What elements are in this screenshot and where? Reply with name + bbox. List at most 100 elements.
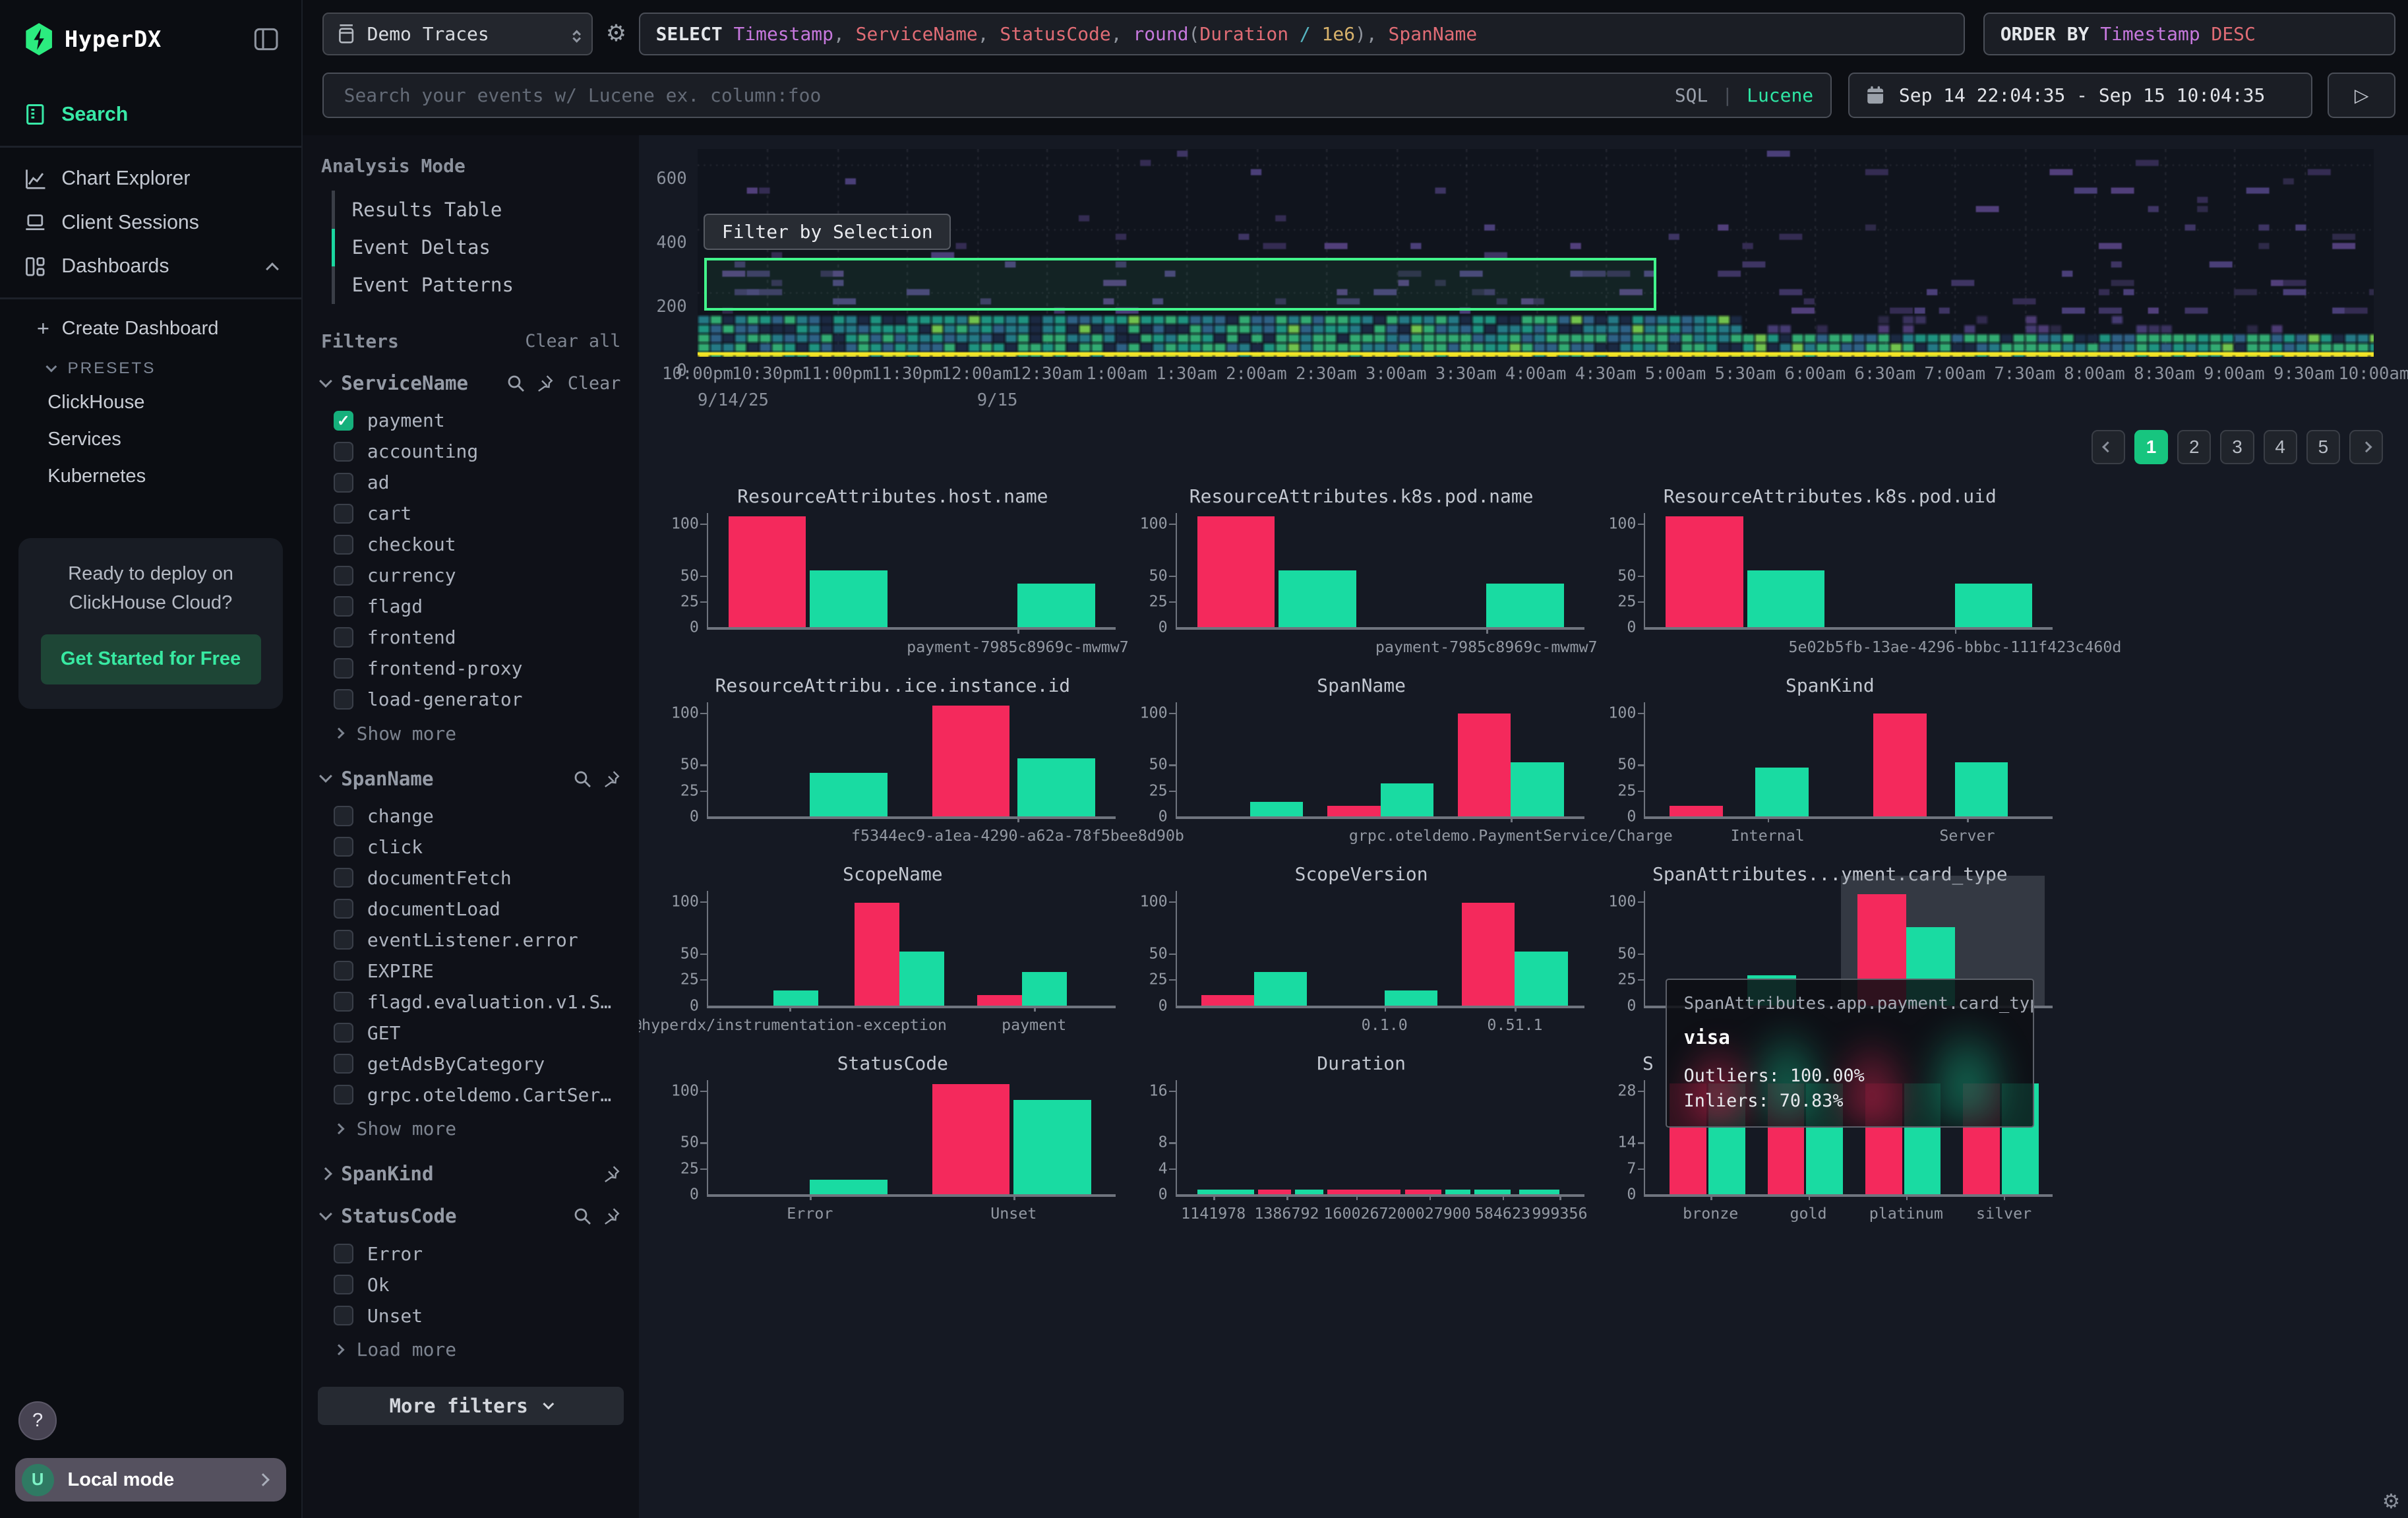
- outlier-bar[interactable]: [1197, 516, 1275, 627]
- get-started-button[interactable]: Get Started for Free: [41, 634, 261, 684]
- filter-group-name[interactable]: SpanName: [341, 768, 433, 790]
- filter-group-name[interactable]: ServiceName: [341, 372, 468, 394]
- inlier-bar[interactable]: [1017, 584, 1095, 627]
- sidebar-item-kubernetes[interactable]: Kubernetes: [0, 458, 301, 495]
- pagination-next-button[interactable]: [2349, 430, 2383, 464]
- inlier-bar[interactable]: [1747, 570, 1824, 628]
- analysis-mode-results-table[interactable]: Results Table: [321, 191, 624, 228]
- checkbox[interactable]: [334, 899, 353, 919]
- mini-chart-spankind-5[interactable]: SpanKind02550100InternalServer: [1598, 675, 2062, 850]
- search-icon[interactable]: [506, 374, 525, 392]
- outlier-bar[interactable]: [1458, 713, 1511, 816]
- filter-option-expire[interactable]: EXPIRE: [318, 956, 624, 987]
- filter-option-frontend-proxy[interactable]: frontend-proxy: [318, 653, 624, 684]
- pagination-page-5[interactable]: 5: [2306, 430, 2340, 464]
- source-select[interactable]: Demo Traces: [322, 13, 593, 55]
- checkbox[interactable]: [334, 992, 353, 1012]
- outlier-bar[interactable]: [1670, 806, 1722, 816]
- inlier-bar[interactable]: [1013, 1100, 1091, 1194]
- more-filters-button[interactable]: More filters: [318, 1387, 624, 1425]
- filter-option-documentfetch[interactable]: documentFetch: [318, 863, 624, 894]
- inlier-bar[interactable]: [810, 773, 887, 816]
- filter-option-cart[interactable]: cart: [318, 498, 624, 529]
- mini-chart-scopename-6[interactable]: ScopeName02550100@hyperdx/instrumentatio…: [661, 863, 1125, 1039]
- inlier-bar[interactable]: [773, 990, 818, 1005]
- date-range-picker[interactable]: Sep 14 22:04:35 - Sep 15 10:04:35: [1848, 73, 2312, 119]
- filter-group-name[interactable]: StatusCode: [341, 1205, 456, 1227]
- events-heatmap[interactable]: 6004002000 Filter by Selection 10:00pm10…: [639, 149, 2408, 410]
- search-icon[interactable]: [573, 1207, 591, 1225]
- account-menu[interactable]: U Local mode: [15, 1458, 286, 1501]
- sidebar-item-services[interactable]: Services: [0, 421, 301, 458]
- inlier-bar[interactable]: [1955, 762, 2008, 816]
- checkbox[interactable]: [334, 837, 353, 857]
- settings-gear-icon[interactable]: ⚙: [2382, 1490, 2400, 1513]
- filter-option-get[interactable]: GET: [318, 1017, 624, 1048]
- checkbox[interactable]: [334, 868, 353, 888]
- filter-option-flagd[interactable]: flagd: [318, 591, 624, 622]
- pagination-page-3[interactable]: 3: [2220, 430, 2254, 464]
- pin-icon[interactable]: [535, 374, 554, 392]
- checkbox[interactable]: [334, 1054, 353, 1074]
- filter-option-accounting[interactable]: accounting: [318, 436, 624, 467]
- analysis-mode-event-deltas[interactable]: Event Deltas: [321, 229, 624, 266]
- filter-option-frontend[interactable]: frontend: [318, 622, 624, 653]
- pagination-prev-button[interactable]: [2092, 430, 2125, 464]
- inlier-bar[interactable]: [1385, 990, 1437, 1005]
- clear-filter-button[interactable]: Clear: [568, 373, 621, 394]
- mini-chart-statuscode-9[interactable]: StatusCode02550100ErrorUnset: [661, 1052, 1125, 1228]
- checkbox[interactable]: [334, 658, 353, 678]
- sidebar-item-clickhouse[interactable]: ClickHouse: [0, 384, 301, 421]
- filter-option-documentload[interactable]: documentLoad: [318, 894, 624, 925]
- checkbox[interactable]: [334, 627, 353, 647]
- mini-chart-resourceattribu-ice-instance-id-3[interactable]: ResourceAttribu..ice.instance.id02550100…: [661, 675, 1125, 850]
- sidebar-item-client-sessions[interactable]: Client Sessions: [0, 200, 301, 245]
- clear-all-button[interactable]: Clear all: [525, 331, 620, 351]
- checkbox[interactable]: [334, 535, 353, 555]
- inlier-bar[interactable]: [1486, 584, 1563, 627]
- pin-icon[interactable]: [602, 770, 620, 788]
- event-search-box[interactable]: SQL | Lucene: [322, 73, 1831, 119]
- mini-chart-resourceattributes-host-name-0[interactable]: ResourceAttributes.host.name02550100paym…: [661, 485, 1125, 661]
- run-query-button[interactable]: ▷: [2328, 73, 2395, 119]
- inlier-bar[interactable]: [810, 570, 887, 628]
- sql-toggle[interactable]: SQL: [1675, 84, 1708, 106]
- checkbox[interactable]: [334, 473, 353, 493]
- inlier-bar[interactable]: [1515, 952, 1567, 1006]
- inlier-bar[interactable]: [899, 952, 944, 1006]
- checkbox[interactable]: [334, 1023, 353, 1043]
- inlier-bar[interactable]: [1254, 972, 1307, 1005]
- filter-option-eventlistener-error[interactable]: eventListener.error: [318, 925, 624, 956]
- outlier-bar[interactable]: [1201, 995, 1254, 1006]
- filter-group-name[interactable]: SpanKind: [341, 1163, 433, 1185]
- checkbox[interactable]: [334, 1306, 353, 1325]
- inlier-bar[interactable]: [810, 1180, 887, 1194]
- checkbox[interactable]: [334, 1244, 353, 1263]
- analysis-mode-event-patterns[interactable]: Event Patterns: [321, 266, 624, 304]
- filter-option-ok[interactable]: Ok: [318, 1269, 624, 1300]
- heatmap-selection[interactable]: [704, 258, 1656, 311]
- show-more-button[interactable]: Show more: [318, 1110, 624, 1143]
- pagination-page-4[interactable]: 4: [2264, 430, 2297, 464]
- checkbox[interactable]: [334, 504, 353, 524]
- pagination-page-1[interactable]: 1: [2134, 430, 2168, 464]
- filter-by-selection-button[interactable]: Filter by Selection: [704, 214, 951, 251]
- outlier-bar[interactable]: [855, 903, 899, 1006]
- checkbox[interactable]: [334, 689, 353, 709]
- sidebar-collapse-icon[interactable]: [254, 28, 278, 51]
- checkbox[interactable]: [334, 566, 353, 586]
- inlier-bar[interactable]: [1250, 802, 1303, 816]
- checkbox[interactable]: [334, 411, 353, 431]
- mini-chart-resourceattributes-k8s-pod-name-1[interactable]: ResourceAttributes.k8s.pod.name02550100p…: [1129, 485, 1594, 661]
- pin-icon[interactable]: [602, 1165, 620, 1183]
- search-icon[interactable]: [573, 770, 591, 788]
- heatmap-canvas[interactable]: [698, 149, 2374, 357]
- pagination-page-2[interactable]: 2: [2177, 430, 2211, 464]
- outlier-bar[interactable]: [932, 706, 1009, 816]
- checkbox[interactable]: [334, 930, 353, 950]
- inlier-bar[interactable]: [1279, 570, 1356, 628]
- inlier-bar[interactable]: [1022, 972, 1067, 1005]
- checkbox[interactable]: [334, 961, 353, 981]
- outlier-bar[interactable]: [1327, 806, 1380, 816]
- mini-chart-scopeversion-7[interactable]: ScopeVersion025501000.1.00.51.1: [1129, 863, 1594, 1039]
